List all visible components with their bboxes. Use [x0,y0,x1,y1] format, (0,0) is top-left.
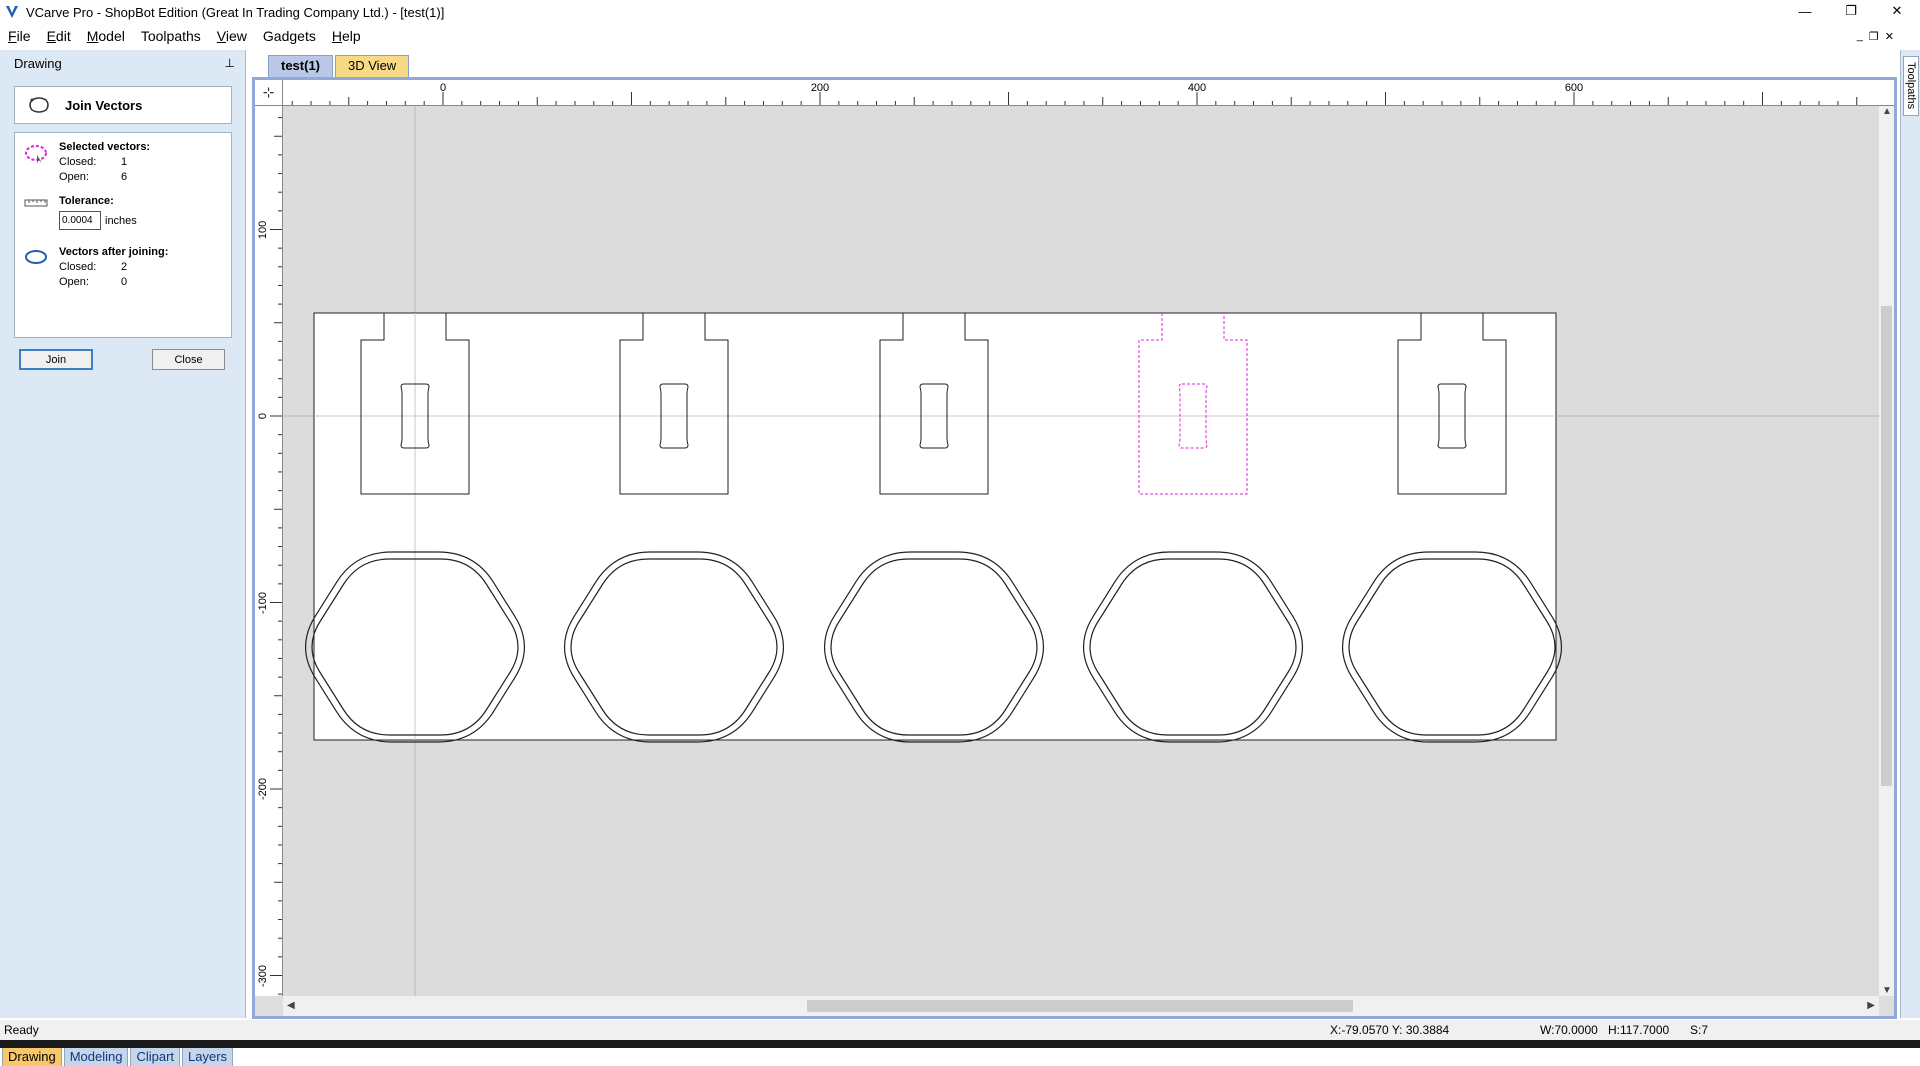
top-ruler-label-400: 400 [1188,82,1206,94]
mdi-restore-button[interactable]: ❐ [1869,30,1879,43]
after-joining-title: Vectors after joining: [59,246,169,258]
left-ruler-label-0: 0 [257,413,269,419]
join-vectors-icon [29,97,49,113]
vertical-scroll-thumb[interactable] [1881,306,1892,786]
title-bar: VCarve Pro - ShopBot Edition (Great In T… [0,0,1920,24]
cursor-coordinates: X:-79.0570 Y: 30.3884 [1330,1023,1450,1037]
horizontal-scrollbar[interactable]: ◀ ▶ [283,996,1879,1016]
selected-closed-label: Closed: [59,156,97,168]
menu-help[interactable]: Help [324,28,369,44]
top-ruler-label-600: 600 [1565,82,1583,94]
scroll-up-icon[interactable]: ▲ [1882,106,1892,117]
vertical-scrollbar[interactable]: ▲ ▼ [1879,106,1894,996]
tolerance-input[interactable] [59,211,101,230]
top-ruler-label-200: 200 [811,82,829,94]
left-ruler-label-100: 100 [257,221,269,239]
close-window-button[interactable]: ✕ [1874,0,1920,22]
selection-count: S:7 [1690,1023,1709,1037]
pin-icon[interactable]: ⊥ [225,56,235,70]
toolpaths-panel-tab[interactable]: Toolpaths [1903,56,1919,116]
panel-title: Drawing [14,55,62,71]
selected-open-value: 6 [121,171,128,183]
after-open-label: Open: [59,276,89,288]
tab-modeling[interactable]: Modeling [63,1046,129,1066]
mdi-minimize-button[interactable]: _ [1857,30,1863,42]
left-ruler-label-minus100: -100 [257,592,269,614]
window-title: VCarve Pro - ShopBot Edition (Great In T… [26,4,445,20]
menu-view[interactable]: View [209,28,255,44]
top-ruler-label-0: 0 [440,82,446,94]
tab-layers[interactable]: Layers [182,1046,234,1066]
menu-gadgets[interactable]: Gadgets [255,28,324,44]
scroll-left-icon[interactable]: ◀ [287,1000,295,1011]
tab-drawing[interactable]: Drawing [2,1046,62,1066]
status-ready: Ready [4,1023,39,1037]
vcarve-app-icon [6,6,18,18]
left-ruler-ticks: 100 0 -100 -200 -300 [257,117,282,995]
drawing-panel: Drawing ⊥ Join Vectors Selected vectors:… [0,50,246,1066]
tool-title-box: Join Vectors [14,86,232,124]
material-sheet [313,312,1557,741]
menu-toolpaths[interactable]: Toolpaths [133,28,209,44]
os-taskbar [0,1040,1920,1048]
selected-closed-value: 1 [121,156,128,168]
tab-clipart[interactable]: Clipart [130,1046,181,1066]
selected-vectors-title: Selected vectors: [59,141,151,153]
horizontal-scroll-thumb[interactable] [807,1000,1353,1012]
menu-edit[interactable]: Edit [39,28,79,44]
scroll-right-icon[interactable]: ▶ [1867,1000,1875,1011]
scroll-down-icon[interactable]: ▼ [1882,985,1892,996]
panel-header: Drawing ⊥ [0,50,245,76]
after-closed-value: 2 [121,261,128,273]
tab-test1[interactable]: test(1) [268,55,334,77]
menu-file[interactable]: File [0,28,39,44]
ruler-icon [24,199,48,207]
after-joining-section: Vectors after joining: Closed: 2 Open: 0 [21,246,225,288]
join-vectors-form: Selected vectors: Closed: 1 Open: 6 Tolera… [14,132,232,338]
tab-3d-view[interactable]: 3D View [335,55,410,77]
status-bar: Ready X:-79.0570 Y: 30.3884 W:70.0000 H:… [0,1020,1920,1040]
selected-vectors-section: Selected vectors: Closed: 1 Open: 6 [21,141,225,183]
tolerance-unit: inches [105,214,137,227]
left-ruler: 100 0 -100 -200 -300 [255,106,283,996]
document-tabs: test(1) 3D View [268,55,410,77]
tolerance-section: Tolerance: inches [21,195,225,230]
top-ruler-ticks: 0 200 400 600 [291,82,1858,105]
joined-vectors-icon [25,250,47,264]
join-button[interactable]: Join [19,349,93,370]
tolerance-title: Tolerance: [59,195,114,207]
ruler-origin-icon[interactable]: ⊹ [255,80,283,106]
selection-height: H:117.7000 [1608,1023,1670,1037]
menu-model[interactable]: Model [79,28,133,44]
selected-open-label: Open: [59,171,89,183]
close-button[interactable]: Close [152,349,225,370]
after-closed-label: Closed: [59,261,97,273]
right-dock: Toolpaths [1900,50,1920,1018]
drawing-svg[interactable] [283,106,1879,996]
drawing-workspace: ⊹ 0 200 400 600 100 0 -100 -200 -300 ▲ ▼… [252,77,1897,1019]
left-ruler-label-minus300: -300 [257,965,269,987]
after-open-value: 0 [121,276,128,288]
restore-button[interactable]: ❐ [1828,0,1874,22]
drawing-canvas[interactable] [283,106,1879,996]
menu-bar: File Edit Model Toolpaths View Gadgets H… [0,25,1920,47]
left-ruler-label-minus200: -200 [257,778,269,800]
mdi-close-button[interactable]: ✕ [1885,30,1894,43]
minimize-button[interactable]: — [1782,0,1828,22]
tool-title: Join Vectors [65,97,143,113]
top-ruler: 0 200 400 600 [283,80,1894,106]
selection-width: W:70.0000 [1540,1023,1598,1037]
selected-vectors-icon [25,145,47,163]
